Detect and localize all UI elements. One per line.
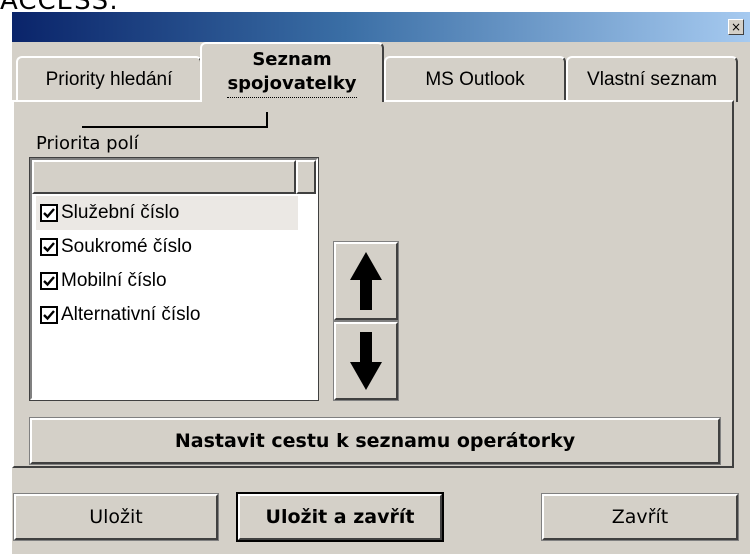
list-header-end[interactable]: [296, 160, 316, 194]
checkbox[interactable]: [40, 306, 58, 324]
list-item[interactable]: Služební číslo: [36, 196, 298, 230]
focus-bracket: [82, 112, 268, 128]
list-item[interactable]: Mobilní číslo: [36, 264, 298, 298]
list-item-label: Mobilní číslo: [61, 270, 167, 291]
tab-priority-search[interactable]: Priority hledání: [16, 56, 202, 102]
checkmark-icon: [43, 242, 55, 253]
checkbox[interactable]: [40, 272, 58, 290]
checkmark-icon: [43, 208, 55, 219]
arrow-down-icon: [350, 332, 382, 390]
title-bar[interactable]: ×: [12, 12, 750, 42]
tab-custom-list[interactable]: Vlastní seznam: [566, 56, 738, 102]
set-operator-list-path-button[interactable]: Nastavit cestu k seznamu operátorky: [29, 417, 721, 465]
tab-label-line1: Seznam: [252, 49, 332, 70]
list-item[interactable]: Alternativní číslo: [36, 298, 298, 332]
list-item-label: Služební číslo: [61, 202, 180, 223]
field-priority-label: Priorita polí: [36, 133, 139, 154]
tab-ms-outlook[interactable]: MS Outlook: [384, 56, 566, 102]
list-item-label: Alternativní číslo: [61, 304, 201, 325]
tab-label: Priority hledání: [45, 69, 173, 90]
close-button[interactable]: Zavřít: [541, 493, 739, 541]
list-item-label: Soukromé číslo: [61, 236, 192, 257]
checkmark-icon: [43, 310, 55, 321]
checkbox[interactable]: [40, 204, 58, 222]
tab-operator-list[interactable]: Seznam spojovatelky: [200, 42, 384, 102]
tab-label: Vlastní seznam: [587, 69, 717, 90]
checkmark-icon: [43, 276, 55, 287]
save-button[interactable]: Uložit: [13, 493, 219, 541]
arrow-up-icon: [350, 252, 382, 310]
move-down-button[interactable]: [333, 321, 399, 401]
field-priority-list[interactable]: Služební číslo Soukromé číslo Mobilní čí…: [29, 157, 319, 401]
list-header[interactable]: [32, 160, 296, 194]
list-item[interactable]: Soukromé číslo: [36, 230, 298, 264]
tab-label: MS Outlook: [425, 69, 525, 90]
tab-label-line2: spojovatelky: [227, 72, 357, 98]
save-and-close-button[interactable]: Uložit a zavřít: [236, 492, 444, 542]
checkbox[interactable]: [40, 238, 58, 256]
close-window-button[interactable]: ×: [728, 19, 744, 35]
move-up-button[interactable]: [333, 241, 399, 321]
